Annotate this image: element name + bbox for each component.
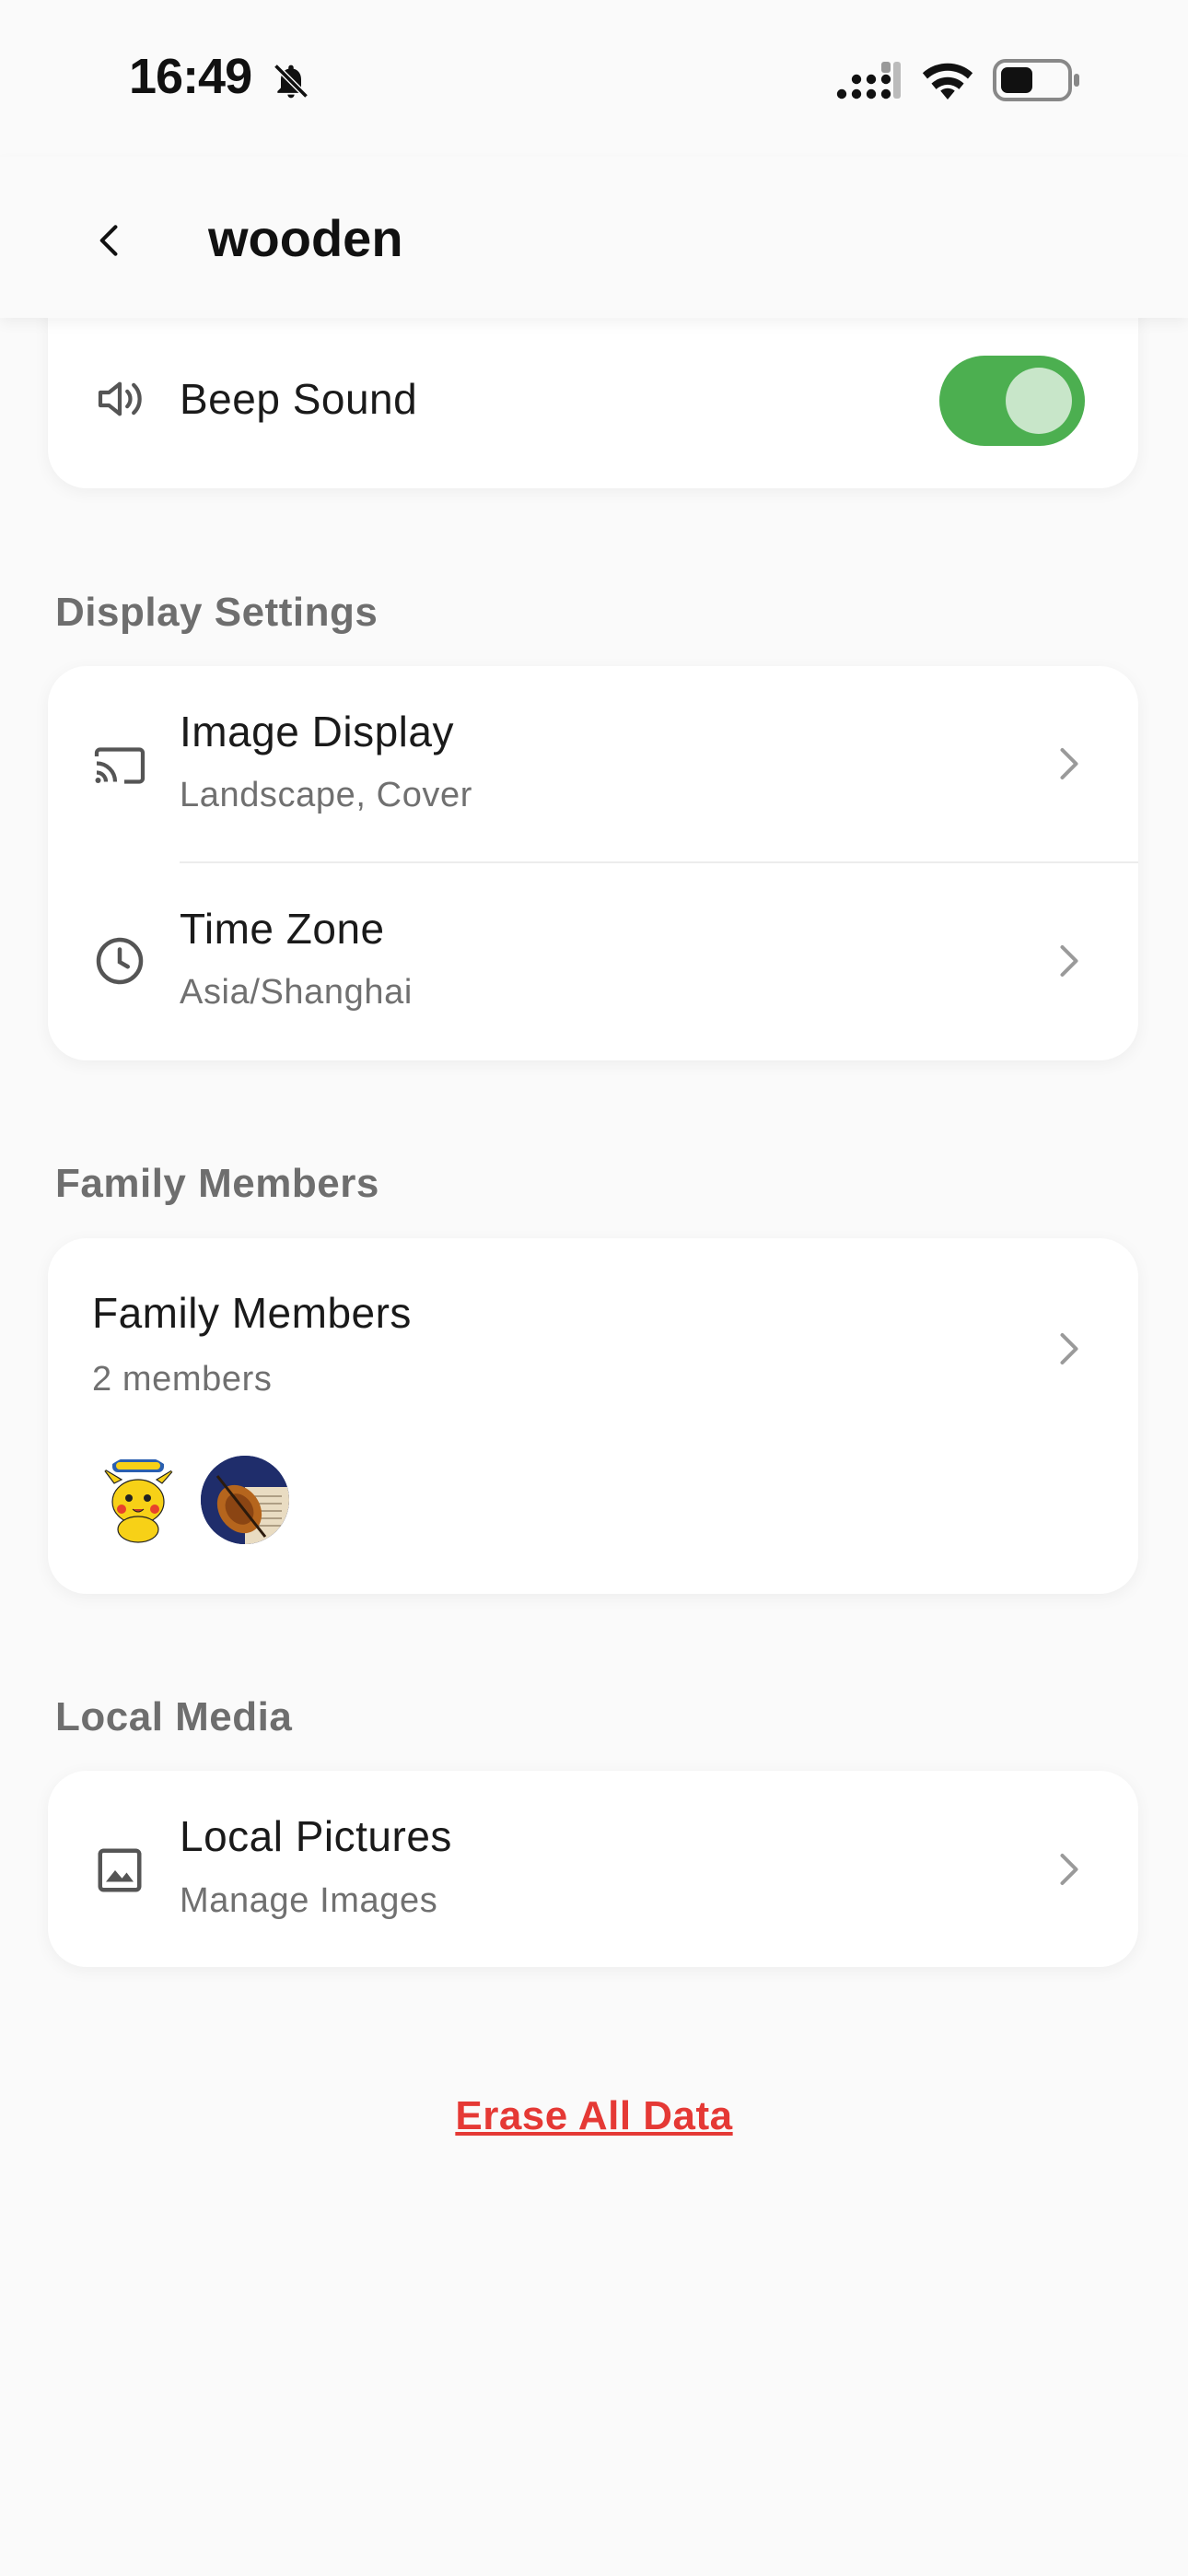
status-bar: 16:49	[0, 0, 1188, 157]
section-title-local-media: Local Media	[55, 1694, 293, 1739]
display-settings-card: Image Display Landscape, Cover Time Zone…	[48, 666, 1138, 1060]
image-display-row[interactable]: Image Display Landscape, Cover	[48, 666, 1138, 861]
clock-icon	[96, 937, 144, 985]
time-zone-subtitle: Asia/Shanghai	[180, 973, 413, 1012]
app-header: wooden	[0, 157, 1188, 318]
chevron-right-icon	[1060, 1333, 1078, 1364]
image-icon	[98, 1848, 142, 1892]
chevron-right-icon	[1060, 748, 1078, 779]
time-zone-row[interactable]: Time Zone Asia/Shanghai	[48, 863, 1138, 1060]
local-pictures-row[interactable]: Local Pictures Manage Images	[48, 1771, 1138, 1967]
image-display-title: Image Display	[180, 708, 454, 755]
beep-sound-row: Beep Sound	[48, 295, 1138, 488]
violin-avatar	[201, 1456, 289, 1544]
section-title-display-settings: Display Settings	[55, 590, 379, 635]
signal-icon	[836, 62, 901, 100]
status-time: 16:49	[129, 49, 252, 104]
member-avatar-pikachu[interactable]	[94, 1456, 182, 1544]
battery-icon	[993, 59, 1079, 101]
back-button[interactable]	[77, 208, 142, 273]
beep-sound-label: Beep Sound	[180, 375, 418, 423]
bell-slash-icon	[274, 64, 309, 99]
section-title-family-members: Family Members	[55, 1161, 379, 1206]
chevron-right-icon	[1060, 945, 1078, 977]
local-pictures-title: Local Pictures	[180, 1812, 452, 1860]
wifi-icon	[922, 63, 973, 100]
chevron-right-icon	[1060, 1854, 1078, 1885]
family-members-title: Family Members	[92, 1289, 412, 1337]
image-display-subtitle: Landscape, Cover	[180, 776, 473, 814]
pikachu-avatar	[102, 1459, 176, 1543]
family-members-card[interactable]: Family Members 2 members	[48, 1238, 1138, 1594]
speaker-icon	[98, 381, 142, 416]
time-zone-title: Time Zone	[180, 905, 385, 953]
local-pictures-subtitle: Manage Images	[180, 1881, 438, 1920]
member-avatar-violin[interactable]	[201, 1456, 289, 1544]
beep-sound-card: Beep Sound	[48, 295, 1138, 488]
beep-sound-toggle[interactable]	[939, 356, 1085, 446]
local-media-card: Local Pictures Manage Images	[48, 1771, 1138, 1967]
chevron-left-icon	[99, 225, 118, 256]
family-members-count: 2 members	[92, 1360, 273, 1399]
page-title: wooden	[208, 209, 403, 267]
toggle-knob	[1006, 368, 1072, 434]
cast-icon	[94, 747, 146, 784]
erase-all-data-button[interactable]: Erase All Data	[0, 2093, 1188, 2139]
